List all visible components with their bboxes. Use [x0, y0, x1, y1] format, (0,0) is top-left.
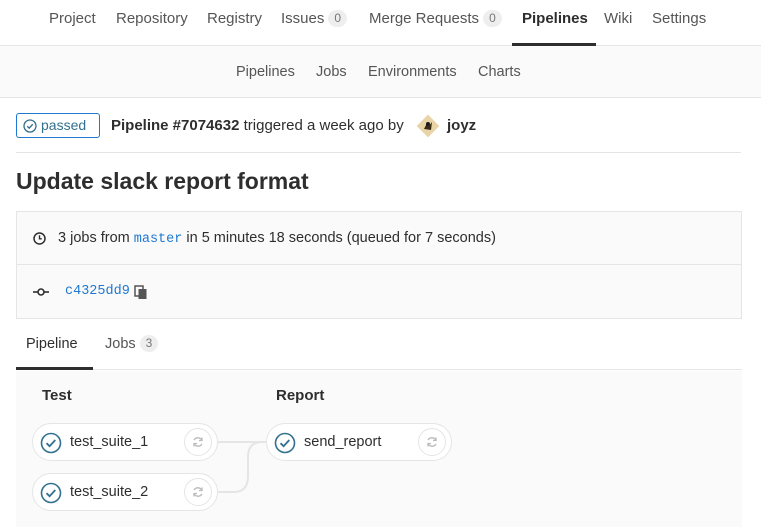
stage-title-test: Test: [42, 387, 72, 404]
nav-wiki[interactable]: Wiki: [604, 0, 632, 46]
subnav-charts[interactable]: Charts: [478, 46, 521, 98]
tab-active-indicator: [16, 367, 93, 370]
username[interactable]: joyz: [447, 113, 476, 138]
jobs-count-badge: 3: [139, 335, 159, 352]
tab-jobs[interactable]: Jobs 3: [105, 320, 159, 368]
pipeline-info-box: 3 jobs from master in 5 minutes 18 secon…: [16, 211, 742, 319]
pipeline-tabs: Pipeline Jobs 3: [16, 320, 742, 370]
retry-icon: [193, 437, 203, 447]
jobs-duration-row: 3 jobs from master in 5 minutes 18 secon…: [17, 212, 741, 265]
pipeline-id[interactable]: Pipeline #7074632: [111, 117, 239, 134]
nav-settings[interactable]: Settings: [652, 0, 706, 46]
nav-registry[interactable]: Registry: [207, 0, 262, 46]
retry-icon: [193, 487, 203, 497]
job-send-report[interactable]: send_report: [266, 423, 452, 461]
check-circle-icon: [274, 432, 296, 454]
avatar[interactable]: [416, 114, 440, 138]
merge-requests-count-badge: 0: [483, 10, 502, 27]
check-circle-icon: [40, 432, 62, 454]
sub-nav: Pipelines Jobs Environments Charts: [0, 46, 761, 98]
subnav-pipelines[interactable]: Pipelines: [236, 46, 295, 98]
retry-button[interactable]: [184, 428, 212, 456]
nav-pipelines[interactable]: Pipelines: [522, 0, 588, 46]
branch-link[interactable]: master: [134, 232, 183, 247]
tab-pipeline[interactable]: Pipeline: [26, 320, 78, 368]
pipeline-status-row: passed Pipeline #7074632 triggered a wee…: [16, 113, 741, 153]
check-circle-icon: [40, 482, 62, 504]
job-test-suite-2[interactable]: test_suite_2: [32, 473, 218, 511]
triggered-text: triggered a week ago by: [239, 117, 404, 134]
nav-project[interactable]: Project: [49, 0, 96, 46]
issues-count-badge: 0: [328, 10, 348, 27]
pipeline-summary: Pipeline #7074632 triggered a week ago b…: [111, 113, 404, 138]
jobs-prefix: 3 jobs from: [58, 230, 134, 246]
commit-icon: [33, 288, 49, 296]
job-name: test_suite_2: [70, 484, 149, 500]
subnav-jobs[interactable]: Jobs: [316, 46, 347, 98]
retry-button[interactable]: [418, 428, 446, 456]
nav-issues[interactable]: Issues 0: [281, 0, 348, 46]
subnav-environments[interactable]: Environments: [368, 46, 457, 98]
commit-sha-link[interactable]: c4325dd9: [65, 265, 130, 319]
job-name: test_suite_1: [70, 434, 149, 450]
jobs-suffix: in 5 minutes 18 seconds (queued for 7 se…: [182, 230, 496, 246]
nav-repository[interactable]: Repository: [116, 0, 188, 46]
top-nav: Project Repository Registry Issues 0 Merg…: [0, 0, 761, 46]
jobs-duration-text: 3 jobs from master in 5 minutes 18 secon…: [58, 212, 496, 266]
commit-row: c4325dd9: [17, 265, 741, 319]
nav-issues-label: Issues: [281, 10, 325, 27]
nav-merge-requests-label: Merge Requests: [369, 10, 480, 27]
clock-icon: [33, 232, 46, 245]
stage-title-report: Report: [276, 387, 325, 404]
check-circle-icon: [23, 119, 37, 133]
job-test-suite-1[interactable]: test_suite_1: [32, 423, 218, 461]
page-title: Update slack report format: [16, 168, 309, 194]
clipboard-icon[interactable]: [134, 285, 148, 300]
pipeline-graph: Test Report test_suite_1 test_suite_2 se…: [16, 371, 742, 527]
retry-icon: [427, 437, 437, 447]
retry-button[interactable]: [184, 478, 212, 506]
status-badge[interactable]: passed: [16, 113, 100, 138]
tab-jobs-label: Jobs: [105, 336, 136, 352]
job-name: send_report: [304, 434, 382, 450]
nav-merge-requests[interactable]: Merge Requests 0: [369, 0, 502, 46]
status-badge-label: passed: [41, 117, 87, 133]
